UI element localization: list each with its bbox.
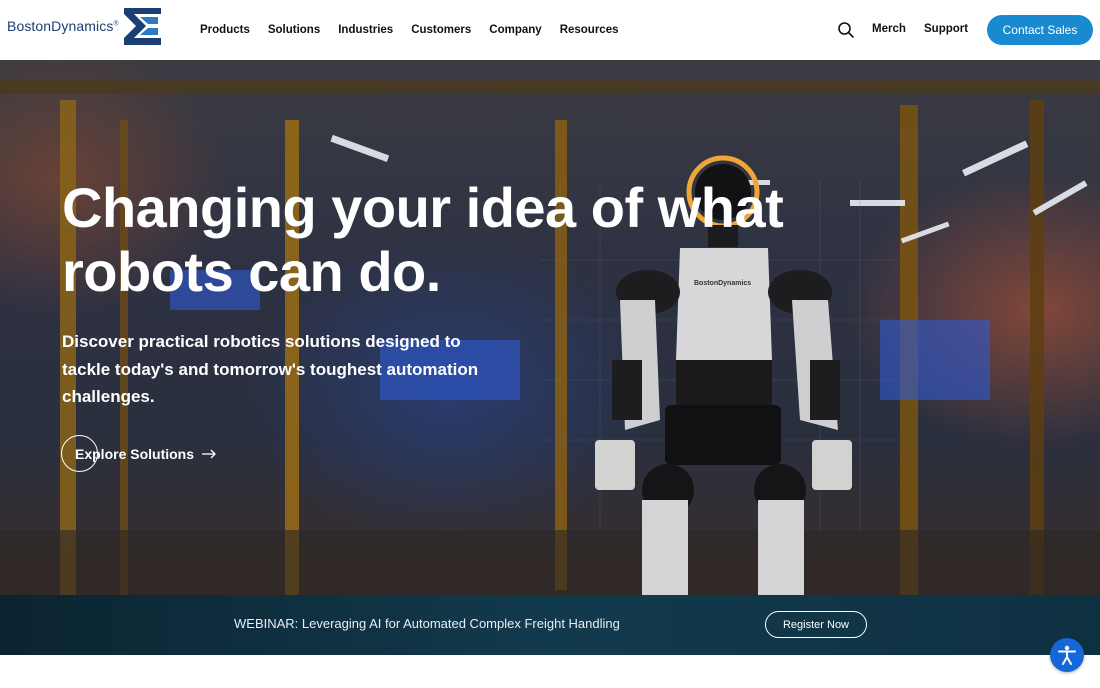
- support-link[interactable]: Support: [924, 23, 968, 35]
- hero-section: BostonDynamics Changing your idea of wha…: [0, 60, 1100, 595]
- accessibility-button[interactable]: [1050, 638, 1084, 672]
- hero-title: Changing your idea of what robots can do…: [62, 176, 842, 304]
- contact-sales-button[interactable]: Contact Sales: [987, 15, 1093, 45]
- nav-item-customers[interactable]: Customers: [411, 24, 471, 36]
- nav-item-products[interactable]: Products: [200, 24, 250, 36]
- nav-item-resources[interactable]: Resources: [560, 24, 619, 36]
- main-nav: Products Solutions Industries Customers …: [200, 24, 637, 36]
- site-header: BostonDynamics® Products Solutions Indus…: [0, 0, 1100, 60]
- hero-subtitle: Discover practical robotics solutions de…: [62, 332, 479, 406]
- brand-wordmark: BostonDynamics®: [7, 18, 119, 34]
- explore-solutions-label: Explore Solutions: [75, 445, 195, 462]
- accessibility-icon: [1058, 645, 1076, 665]
- arrow-right-icon: [202, 449, 216, 458]
- nav-item-industries[interactable]: Industries: [338, 24, 393, 36]
- nav-item-company[interactable]: Company: [489, 24, 541, 36]
- merch-link[interactable]: Merch: [872, 23, 906, 35]
- nav-item-solutions[interactable]: Solutions: [268, 24, 320, 36]
- hero-title-line-2: robots can do.: [62, 240, 441, 303]
- register-now-button[interactable]: Register Now: [765, 611, 867, 638]
- webinar-text: WEBINAR: Leveraging AI for Automated Com…: [234, 616, 620, 631]
- brand-logo-mark: [124, 8, 161, 45]
- webinar-banner: WEBINAR: Leveraging AI for Automated Com…: [0, 595, 1100, 655]
- explore-solutions-button[interactable]: Explore Solutions: [61, 435, 217, 472]
- brand-logo[interactable]: BostonDynamics®: [7, 8, 167, 48]
- search-icon[interactable]: [837, 21, 855, 39]
- hero-title-line-1: Changing your idea of what: [62, 176, 784, 239]
